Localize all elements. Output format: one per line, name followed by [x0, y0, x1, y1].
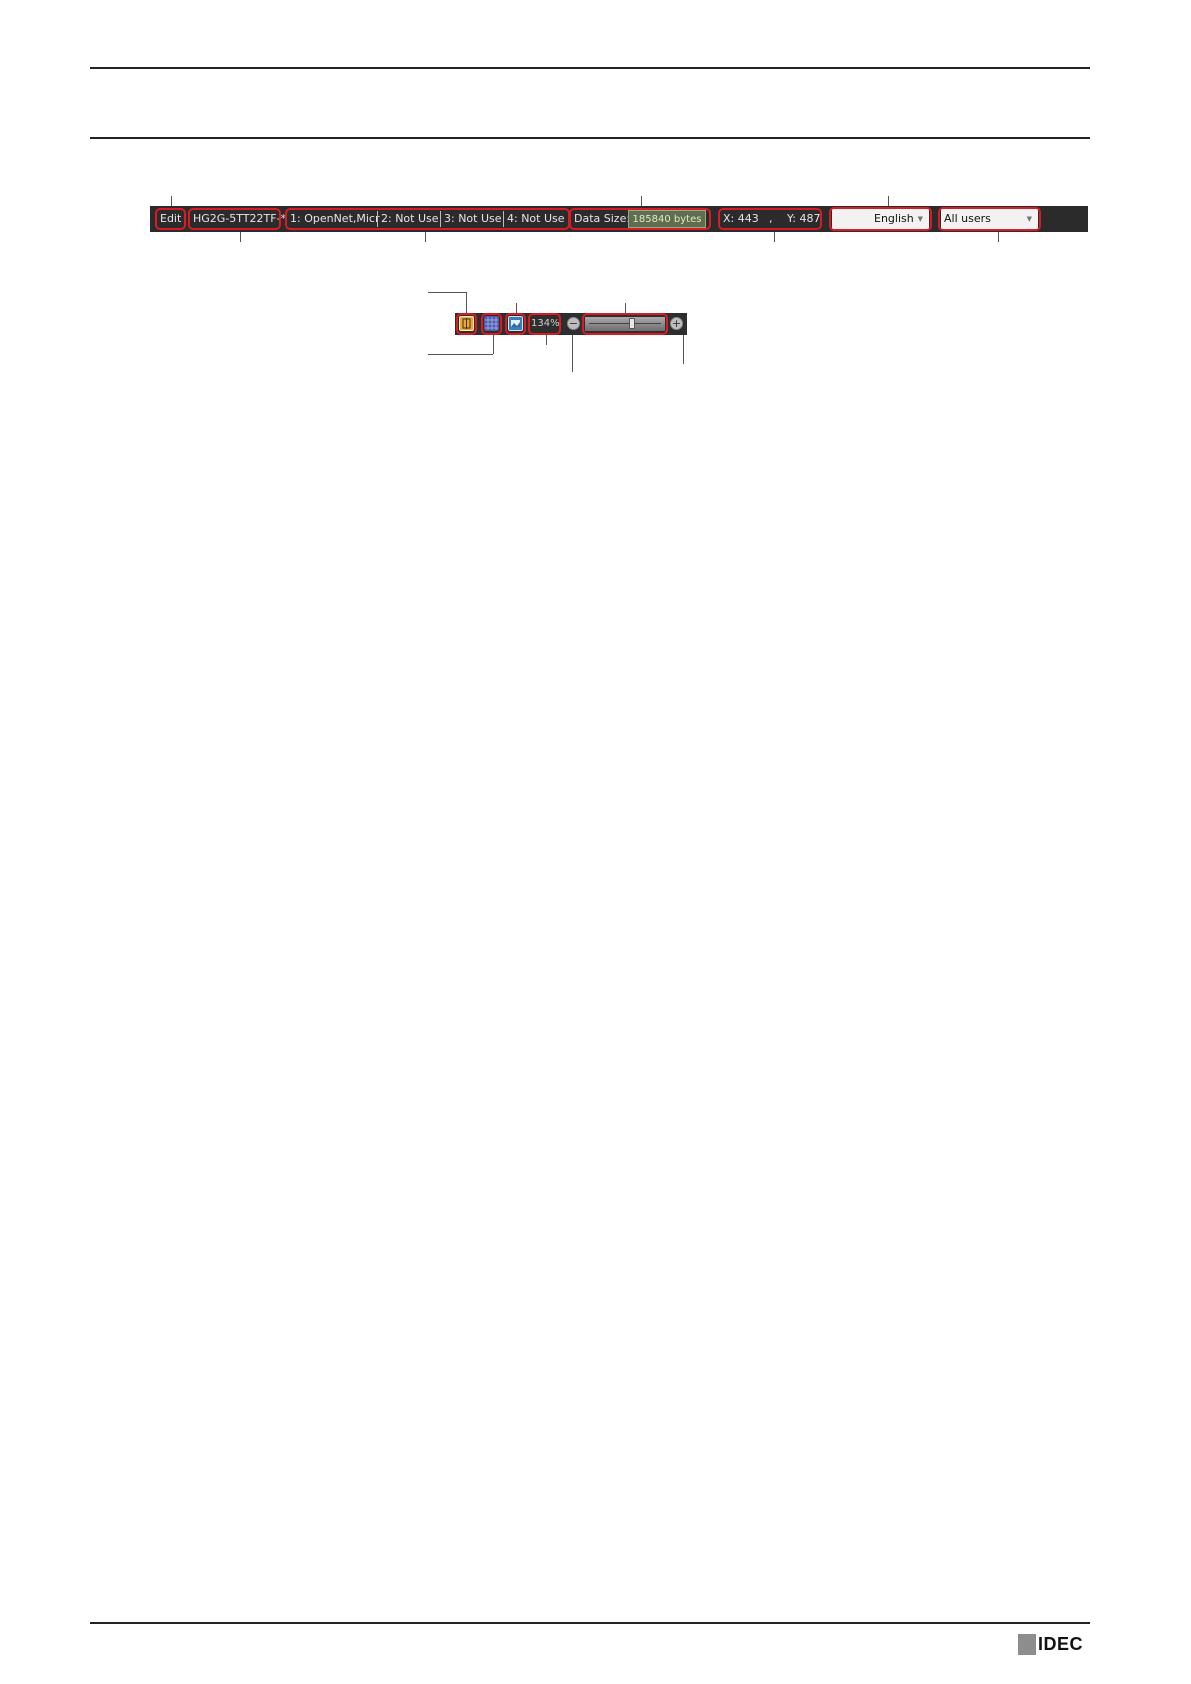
fit-screen-highlight — [456, 313, 477, 335]
zoom-out-button[interactable]: − — [567, 317, 580, 330]
user-highlight — [938, 207, 1041, 231]
idec-logo: IDEC — [1018, 1632, 1090, 1656]
model-name-highlight — [188, 208, 281, 230]
zoom-in-button[interactable]: + — [670, 317, 683, 330]
zoom-slider-highlight — [582, 313, 668, 335]
callout-tick — [998, 232, 999, 242]
edit-mode-highlight — [155, 208, 186, 230]
callout-tick — [641, 196, 642, 206]
status-bar: Edit HG2G-5TT22TF-* 1: OpenNet,Micr 2: N… — [150, 206, 1088, 232]
header-rule-top — [90, 67, 1090, 69]
callout-tick — [240, 232, 241, 242]
footer-rule — [90, 1622, 1090, 1624]
callout-leader — [428, 354, 493, 355]
callout-tick — [516, 303, 517, 313]
callout-tick — [425, 232, 426, 242]
callout-tick — [774, 232, 775, 242]
callout-tick — [683, 335, 684, 364]
logo-text: IDEC — [1038, 1634, 1084, 1654]
callout-leader — [428, 292, 466, 293]
header-rule-bottom — [90, 137, 1090, 139]
ports-highlight — [285, 208, 570, 230]
callout-tick — [625, 303, 626, 313]
language-highlight — [829, 207, 932, 231]
zoom-toolbar: 134% − + — [455, 313, 687, 335]
callout-tick — [493, 335, 494, 354]
callout-tick — [888, 196, 889, 206]
picture-highlight — [505, 313, 526, 335]
callout-tick — [466, 292, 467, 313]
callout-tick — [572, 335, 573, 372]
zoom-percent-highlight — [528, 313, 561, 335]
data-size-highlight — [569, 208, 711, 230]
logo-mark — [1018, 1634, 1036, 1655]
grid-highlight — [481, 313, 502, 335]
callout-tick — [546, 335, 547, 345]
coordinates-highlight — [718, 208, 822, 230]
callout-tick — [171, 196, 172, 206]
